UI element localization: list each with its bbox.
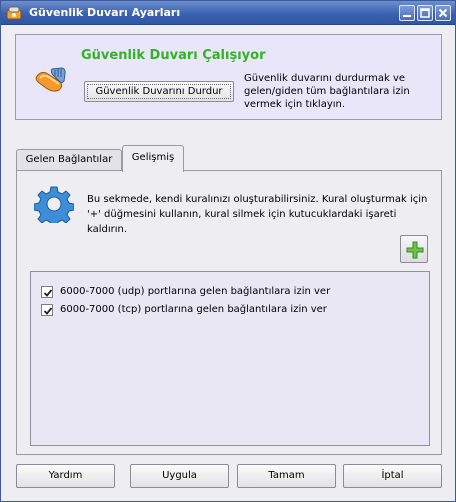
firewall-settings-window: Güvenlik Duvarı Ayarları Güvenlik Duvarı… (0, 0, 456, 502)
rule-label-tcp: 6000-7000 (tcp) portlarına gelen bağlant… (60, 304, 327, 315)
rules-list: 6000-7000 (udp) portlarına gelen bağlant… (30, 271, 430, 446)
advanced-info-text: Bu sekmede, kendi kuralınızı oluşturabil… (87, 194, 428, 235)
stop-firewall-button[interactable]: Güvenlik Duvarını Durdur (84, 81, 234, 102)
cancel-button[interactable]: İptal (343, 464, 442, 488)
firewall-status-panel: Güvenlik Duvarı Çalışıyor Güvenlik Duvar… (15, 34, 442, 120)
status-description: Güvenlik duvarını durdurmak ve gelen/gid… (244, 73, 410, 110)
maximize-button[interactable] (417, 5, 433, 21)
window-title: Güvenlik Duvarı Ayarları (29, 6, 181, 19)
help-button[interactable]: Yardım (16, 464, 115, 488)
rule-checkbox-udp[interactable] (41, 286, 53, 298)
firewall-running-icon (34, 66, 68, 94)
title-bar[interactable]: Güvenlik Duvarı Ayarları (1, 1, 455, 25)
tab-incoming-connections[interactable]: Gelen Bağlantılar (16, 149, 122, 171)
rule-label-udp: 6000-7000 (udp) portlarına gelen bağlant… (60, 286, 331, 297)
apply-button[interactable]: Uygula (130, 464, 229, 488)
stop-firewall-button-label: Güvenlik Duvarını Durdur (87, 84, 231, 99)
ok-button[interactable]: Tamam (237, 464, 336, 488)
status-title: Güvenlik Duvarı Çalışıyor (81, 48, 266, 63)
firewall-app-icon (6, 5, 22, 21)
gear-icon (33, 185, 75, 228)
advanced-tab-panel: Bu sekmede, kendi kuralınızı oluşturabil… (16, 170, 442, 455)
minimize-button[interactable] (399, 5, 415, 21)
rule-checkbox-tcp[interactable] (41, 304, 53, 316)
close-button[interactable] (435, 5, 451, 21)
tab-advanced[interactable]: Gelişmiş (122, 145, 184, 172)
add-rule-button[interactable] (400, 235, 428, 263)
